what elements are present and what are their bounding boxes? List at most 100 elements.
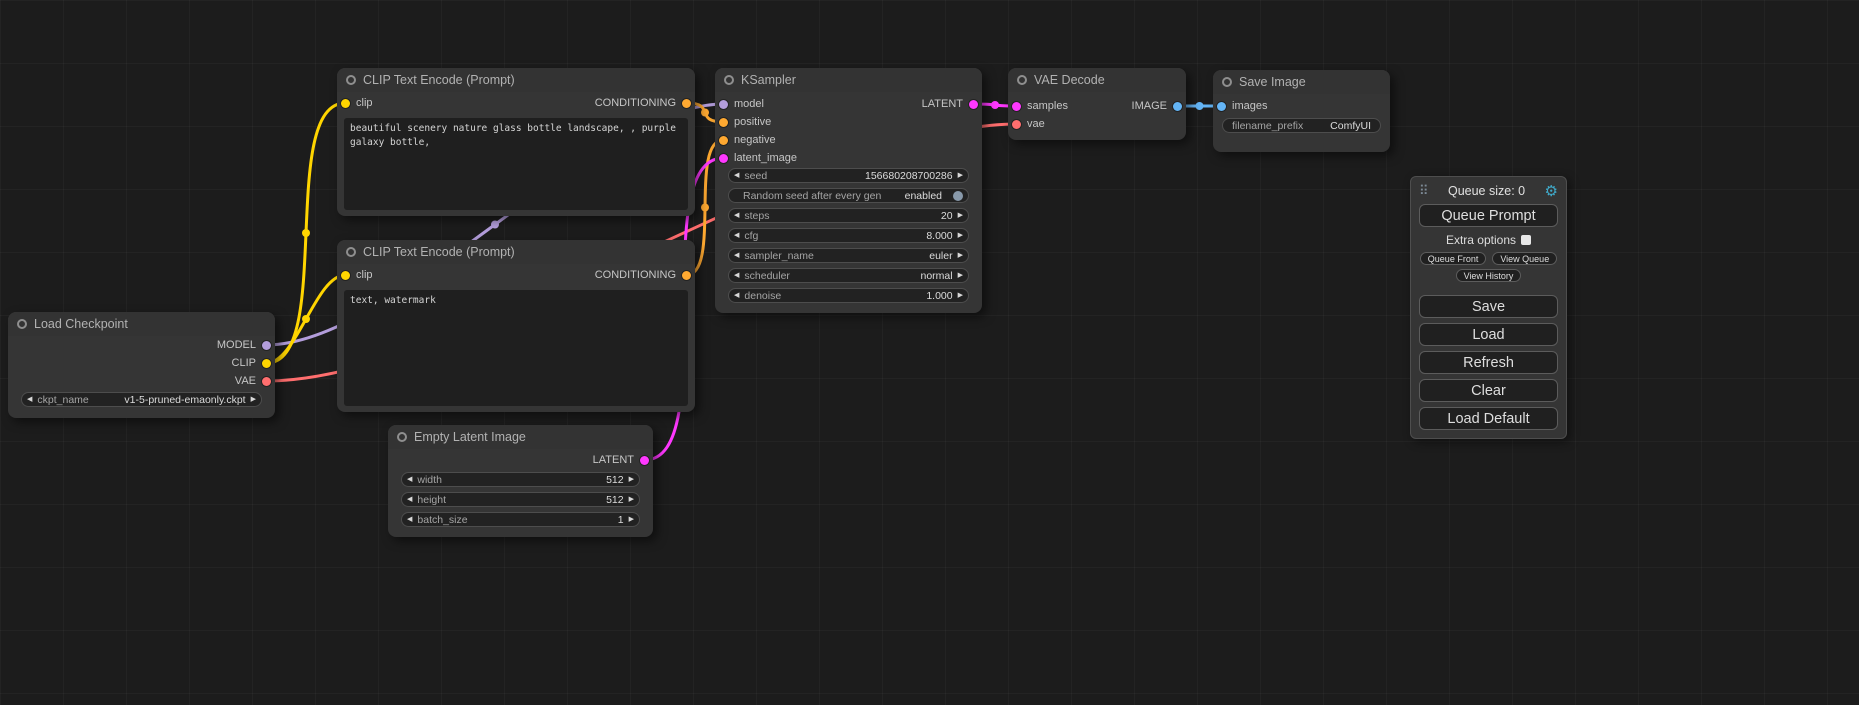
toggle-dot[interactable]	[953, 191, 963, 201]
widget-name: filename_prefix	[1232, 120, 1303, 132]
node-save-image[interactable]: Save Image images filename_prefix ComfyU…	[1213, 70, 1390, 152]
widget-value: v1-5-pruned-emaonly.ckpt	[124, 394, 245, 406]
clip-input-dot[interactable]	[341, 99, 350, 108]
positive-prompt-textarea[interactable]: beautiful scenery nature glass bottle la…	[344, 118, 688, 210]
node-title-bar[interactable]: KSampler	[715, 68, 982, 92]
increment-arrow-icon[interactable]: ▶	[958, 212, 963, 219]
image-output-dot[interactable]	[1173, 102, 1182, 111]
widget-value: 1.000	[926, 290, 952, 302]
wire-conditioning-positive-midpoint-dot	[701, 109, 709, 117]
widget-steps[interactable]: ◀ steps 20 ▶	[728, 208, 969, 223]
slot-label-model: MODEL	[217, 339, 256, 351]
widget-scheduler[interactable]: ◀ scheduler normal ▶	[728, 268, 969, 283]
clip-input-dot[interactable]	[341, 271, 350, 280]
increment-arrow-icon[interactable]: ▶	[958, 232, 963, 239]
node-ksampler[interactable]: KSampler model LATENT positive negative	[715, 68, 982, 313]
settings-gear-icon[interactable]: ⚙	[1545, 184, 1558, 199]
images-input-dot[interactable]	[1217, 102, 1226, 111]
widget-name: steps	[744, 210, 769, 222]
decrement-arrow-icon[interactable]: ◀	[407, 496, 412, 503]
node-load-checkpoint[interactable]: Load Checkpoint MODEL CLIP VAE ◀ ckpt_na…	[8, 312, 275, 418]
widget-name: Random seed after every gen	[743, 190, 881, 202]
increment-arrow-icon[interactable]: ▶	[958, 172, 963, 179]
negative-input-dot[interactable]	[719, 136, 728, 145]
prev-arrow-icon[interactable]: ◀	[27, 396, 32, 403]
extra-options-checkbox[interactable]	[1521, 235, 1531, 245]
node-clip-text-encode-negative[interactable]: CLIP Text Encode (Prompt) clip CONDITION…	[337, 240, 695, 412]
queue-front-button[interactable]: Queue Front	[1420, 252, 1487, 265]
node-title-bar[interactable]: VAE Decode	[1008, 68, 1186, 92]
increment-arrow-icon[interactable]: ▶	[629, 476, 634, 483]
node-title-bar[interactable]: CLIP Text Encode (Prompt)	[337, 68, 695, 92]
widget-seed[interactable]: ◀ seed 156680208700286 ▶	[728, 168, 969, 183]
widget-denoise[interactable]: ◀ denoise 1.000 ▶	[728, 288, 969, 303]
decrement-arrow-icon[interactable]: ◀	[734, 232, 739, 239]
widget-sampler-name[interactable]: ◀ sampler_name euler ▶	[728, 248, 969, 263]
widget-batch-size[interactable]: ◀ batch_size 1 ▶	[401, 512, 640, 527]
decrement-arrow-icon[interactable]: ◀	[734, 172, 739, 179]
increment-arrow-icon[interactable]: ▶	[958, 292, 963, 299]
widget-name: scheduler	[744, 270, 790, 282]
clear-button[interactable]: Clear	[1419, 379, 1558, 402]
refresh-button[interactable]: Refresh	[1419, 351, 1558, 374]
widget-filename-prefix[interactable]: filename_prefix ComfyUI	[1222, 118, 1381, 133]
node-title-bar[interactable]: Save Image	[1213, 70, 1390, 94]
widget-value: 156680208700286	[865, 170, 953, 182]
next-arrow-icon[interactable]: ▶	[958, 252, 963, 259]
node-status-dot	[724, 75, 734, 85]
node-title-bar[interactable]: Empty Latent Image	[388, 425, 653, 449]
model-input-dot[interactable]	[719, 100, 728, 109]
prev-arrow-icon[interactable]: ◀	[734, 252, 739, 259]
conditioning-output-dot[interactable]	[682, 271, 691, 280]
node-status-dot	[346, 247, 356, 257]
widget-random-seed-toggle[interactable]: Random seed after every gen enabled	[728, 188, 969, 203]
node-empty-latent-image[interactable]: Empty Latent Image LATENT ◀ width 512 ▶ …	[388, 425, 653, 537]
comfy-menu[interactable]: ⠿ Queue size: 0 ⚙ Queue Prompt Extra opt…	[1410, 176, 1567, 439]
menu-spacer	[1419, 286, 1558, 295]
negative-prompt-textarea[interactable]: text, watermark	[344, 290, 688, 406]
latent-image-input-dot[interactable]	[719, 154, 728, 163]
queue-buttons-row: Queue Front View Queue	[1419, 252, 1558, 265]
decrement-arrow-icon[interactable]: ◀	[407, 476, 412, 483]
menu-drag-handle-icon[interactable]: ⠿	[1419, 183, 1429, 199]
conditioning-output-dot[interactable]	[682, 99, 691, 108]
prev-arrow-icon[interactable]: ◀	[734, 272, 739, 279]
widget-width[interactable]: ◀ width 512 ▶	[401, 472, 640, 487]
next-arrow-icon[interactable]: ▶	[958, 272, 963, 279]
load-default-button[interactable]: Load Default	[1419, 407, 1558, 430]
increment-arrow-icon[interactable]: ▶	[629, 496, 634, 503]
clip-output-dot[interactable]	[262, 359, 271, 368]
slot-label-image: IMAGE	[1132, 100, 1167, 112]
node-title-bar[interactable]: Load Checkpoint	[8, 312, 275, 336]
increment-arrow-icon[interactable]: ▶	[629, 516, 634, 523]
decrement-arrow-icon[interactable]: ◀	[734, 212, 739, 219]
widget-ckpt-name[interactable]: ◀ ckpt_name v1-5-pruned-emaonly.ckpt ▶	[21, 392, 262, 407]
vae-input-dot[interactable]	[1012, 120, 1021, 129]
widget-name: cfg	[744, 230, 758, 242]
model-output-dot[interactable]	[262, 341, 271, 350]
widget-height[interactable]: ◀ height 512 ▶	[401, 492, 640, 507]
node-clip-text-encode-positive[interactable]: CLIP Text Encode (Prompt) clip CONDITION…	[337, 68, 695, 216]
view-history-button[interactable]: View History	[1456, 269, 1522, 282]
decrement-arrow-icon[interactable]: ◀	[407, 516, 412, 523]
latent-output-dot[interactable]	[640, 456, 649, 465]
view-queue-button[interactable]: View Queue	[1492, 252, 1557, 265]
queue-size-label: Queue size: 0	[1429, 184, 1545, 198]
positive-input-dot[interactable]	[719, 118, 728, 127]
latent-output-dot[interactable]	[969, 100, 978, 109]
load-button[interactable]: Load	[1419, 323, 1558, 346]
graph-canvas[interactable]: { "colors": { "model": "#b39ddb", "clip"…	[0, 0, 1859, 705]
decrement-arrow-icon[interactable]: ◀	[734, 292, 739, 299]
node-vae-decode[interactable]: VAE Decode samples IMAGE vae	[1008, 68, 1186, 140]
node-title: KSampler	[741, 73, 796, 87]
input-slot-vae: vae	[1008, 115, 1186, 133]
queue-prompt-button[interactable]: Queue Prompt	[1419, 204, 1558, 227]
vae-output-dot[interactable]	[262, 377, 271, 386]
node-title-bar[interactable]: CLIP Text Encode (Prompt)	[337, 240, 695, 264]
extra-options-label: Extra options	[1446, 233, 1516, 247]
samples-input-dot[interactable]	[1012, 102, 1021, 111]
save-button[interactable]: Save	[1419, 295, 1558, 318]
next-arrow-icon[interactable]: ▶	[251, 396, 256, 403]
widget-cfg[interactable]: ◀ cfg 8.000 ▶	[728, 228, 969, 243]
slot-label-latent-image: latent_image	[734, 152, 797, 164]
